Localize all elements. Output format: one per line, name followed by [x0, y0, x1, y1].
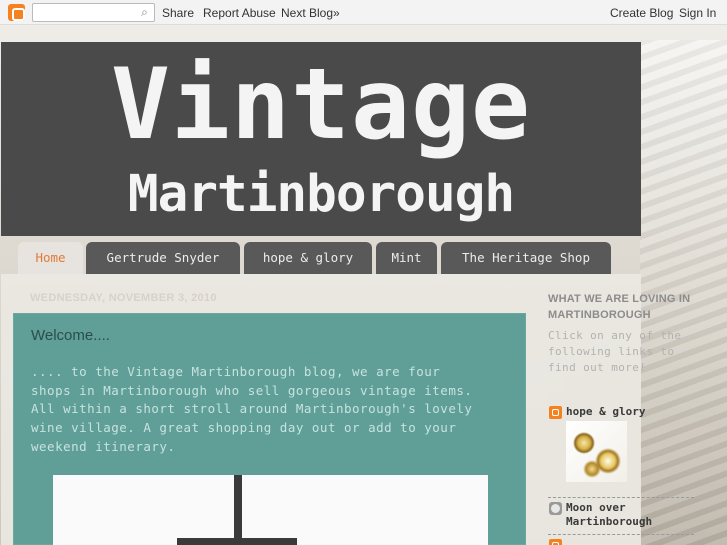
- sidebar-intro-line: following links to: [548, 345, 675, 358]
- post-body-line: wine village. A great shopping day out o…: [31, 420, 457, 436]
- blog-title-line1: Vintage: [110, 48, 531, 162]
- tab-gertrude-snyder[interactable]: Gertrude Snyder: [86, 242, 240, 274]
- tab-mint[interactable]: Mint: [376, 242, 437, 274]
- post-body-line: weekend itinerary.: [31, 438, 176, 454]
- blogger-navbar: ⌕ Share Report Abuse Next Blog» Create B…: [0, 0, 727, 25]
- sidebar-divider: [548, 534, 694, 535]
- post-image[interactable]: [53, 475, 488, 545]
- moon-icon: [549, 502, 562, 515]
- sign-in-link[interactable]: Sign In: [679, 6, 716, 20]
- search-input[interactable]: ⌕: [32, 3, 155, 22]
- sidebar-link-hope-and-glory[interactable]: hope & glory: [566, 405, 645, 419]
- report-abuse-link[interactable]: Report Abuse: [203, 6, 276, 20]
- sidebar-intro-line: Click on any of the: [548, 329, 682, 342]
- sidebar-intro-line: find out more!: [548, 361, 647, 374]
- sidebar-heading-line: WHAT WE ARE LOVING IN: [548, 293, 691, 305]
- blogger-icon: [549, 406, 562, 419]
- share-link[interactable]: Share: [162, 6, 194, 20]
- signpost-pole: [234, 475, 242, 545]
- post-body-line: All within a short stroll around Martinb…: [31, 401, 473, 417]
- sidebar-heading: WHAT WE ARE LOVING IN MARTINBOROUGH: [548, 291, 698, 323]
- blog-header[interactable]: Vintage Martinborough: [1, 42, 641, 236]
- create-blog-link[interactable]: Create Blog: [610, 6, 673, 20]
- tab-hope-and-glory[interactable]: hope & glory: [244, 242, 372, 274]
- hope-and-glory-thumbnail[interactable]: [566, 421, 627, 482]
- search-icon[interactable]: ⌕: [137, 5, 152, 20]
- blogger-logo-icon[interactable]: [8, 4, 25, 21]
- sidebar-divider: [548, 497, 694, 498]
- sidebar-intro: Click on any of the following links to f…: [548, 328, 698, 376]
- tab-home[interactable]: Home: [18, 242, 83, 274]
- post-date: WEDNESDAY, NOVEMBER 3, 2010: [30, 292, 217, 304]
- blogger-icon: [549, 539, 562, 545]
- next-blog-link[interactable]: Next Blog»: [281, 6, 340, 20]
- signpost-bar: [177, 538, 297, 545]
- sidebar-link-line: Martinborough: [566, 515, 653, 528]
- post-body-line: shops in Martinborough who sell gorgeous…: [31, 382, 473, 398]
- post-body-line: .... to the Vintage Martinborough blog, …: [31, 364, 441, 379]
- tab-heritage-shop[interactable]: The Heritage Shop: [441, 242, 611, 274]
- post-title[interactable]: Welcome....: [31, 327, 110, 344]
- sidebar-link-line: Moon over: [566, 501, 626, 514]
- blog-title-line2: Martinborough: [127, 165, 515, 224]
- post-body: .... to the Vintage Martinborough blog, …: [31, 363, 511, 457]
- sidebar-link-moon-over-martinborough[interactable]: Moon over Martinborough: [566, 501, 652, 529]
- blog-post: Welcome.... .... to the Vintage Martinbo…: [13, 313, 526, 545]
- sidebar-heading-line: MARTINBOROUGH: [548, 309, 651, 321]
